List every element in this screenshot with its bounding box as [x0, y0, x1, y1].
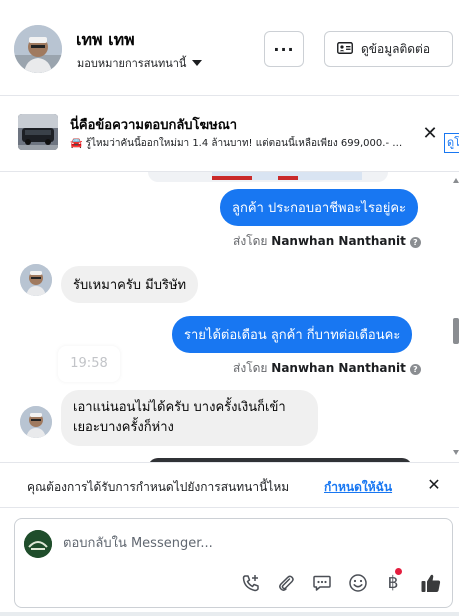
more-options-button[interactable]: ···	[264, 31, 304, 67]
help-icon[interactable]: ?	[409, 364, 421, 375]
assign-conversation-prompt: คุณต้องการได้รับการกำหนดไปยังการสนทนานี้…	[0, 462, 459, 508]
window-bottom-edge	[0, 612, 459, 616]
message-composer: ฿	[14, 518, 453, 608]
assign-prompt-text: คุณต้องการได้รับการกำหนดไปยังการสนทนานี้…	[27, 480, 290, 494]
notification-dot	[395, 568, 402, 575]
help-icon[interactable]: ?	[409, 237, 421, 248]
contact-card-icon	[337, 41, 353, 57]
emoji-icon[interactable]	[346, 571, 370, 595]
like-icon[interactable]	[419, 571, 443, 595]
ad-reply-banner: นี่คือข้อความตอบกลับโฆษณา 🚘 รู้ไหมว่าคัน…	[0, 96, 459, 172]
sent-by-prefix: ส่งโดย	[233, 234, 268, 248]
contact-avatar-small[interactable]	[20, 264, 52, 296]
sent-by-label: ส่งโดย Nanwhan Nanthanit?	[233, 232, 421, 251]
message-timestamp: 19:58	[58, 346, 120, 382]
assign-to-me-link[interactable]: กำหนดให้ฉัน	[324, 478, 392, 497]
message-bubble-incoming[interactable]: เอาแน่นอนไม่ได้ครับ บางครั้งเงินก็เข้าเย…	[61, 390, 318, 446]
saved-reply-icon[interactable]	[310, 571, 334, 595]
call-add-icon[interactable]	[239, 571, 263, 595]
sent-by-prefix: ส่งโดย	[233, 361, 268, 375]
more-options-label: ···	[273, 39, 295, 59]
contact-name: เทพ เทพ	[76, 30, 135, 49]
message-input[interactable]	[63, 532, 363, 554]
sender-name: Nanwhan Nanthanit	[271, 361, 406, 375]
message-bubble-incoming[interactable]: รับเหมาครับ มีบริษัท	[61, 266, 199, 303]
message-bubble-outgoing[interactable]: รายได้ต่อเดือน ลูกค้า กี่บาทต่อเดือนคะ	[172, 316, 413, 353]
messenger-conversation-panel: เทพ เทพ มอบหมายการสนทนานี้ ··· ดูข้อมูลต…	[0, 0, 459, 616]
view-ad-link[interactable]: ดูโ	[444, 133, 459, 153]
contact-avatar-small[interactable]	[20, 406, 52, 438]
close-icon[interactable]: ✕	[419, 123, 441, 145]
ad-reply-title: นี่คือข้อความตอบกลับโฆษณา	[70, 118, 238, 133]
scrollbar[interactable]	[452, 172, 459, 462]
assign-conversation-dropdown[interactable]: มอบหมายการสนทนานี้	[77, 54, 203, 72]
message-bubble-outgoing[interactable]: ลูกค้า ประกอบอาชีพอะไรอยู่คะ	[220, 189, 419, 226]
close-icon[interactable]: ✕	[425, 475, 443, 495]
composer-area: ฿	[0, 508, 459, 616]
scroll-down-arrow-icon[interactable]	[453, 450, 459, 455]
page-avatar	[24, 530, 52, 558]
sender-name: Nanwhan Nanthanit	[271, 234, 406, 248]
baht-symbol: ฿	[387, 573, 399, 593]
payment-icon[interactable]: ฿	[381, 568, 405, 595]
scroll-up-arrow-icon[interactable]	[453, 178, 459, 183]
conversation-header: เทพ เทพ มอบหมายการสนทนานี้ ··· ดูข้อมูลต…	[0, 0, 459, 96]
view-contact-info-label: ดูข้อมูลติดต่อ	[361, 41, 431, 56]
message-thread: ลูกค้า ประกอบอาชีพอะไรอยู่คะ ส่งโดย Nanw…	[0, 172, 459, 462]
caret-down-icon	[192, 60, 203, 66]
ad-reply-text: 🚘 รู้ไหมว่าคันนี้ออกใหม่มา 1.4 ล้านบาท! …	[70, 138, 403, 149]
view-contact-info-button[interactable]: ดูข้อมูลติดต่อ	[324, 31, 453, 67]
contact-avatar[interactable]	[14, 25, 62, 73]
scrollbar-thumb[interactable]	[453, 318, 459, 344]
ad-thumbnail[interactable]	[18, 114, 58, 150]
shared-image-partial[interactable]	[148, 172, 388, 182]
attachment-icon[interactable]	[274, 571, 298, 595]
sent-by-label: ส่งโดย Nanwhan Nanthanit?	[233, 359, 421, 378]
assign-conversation-label: มอบหมายการสนทนานี้	[77, 57, 187, 70]
